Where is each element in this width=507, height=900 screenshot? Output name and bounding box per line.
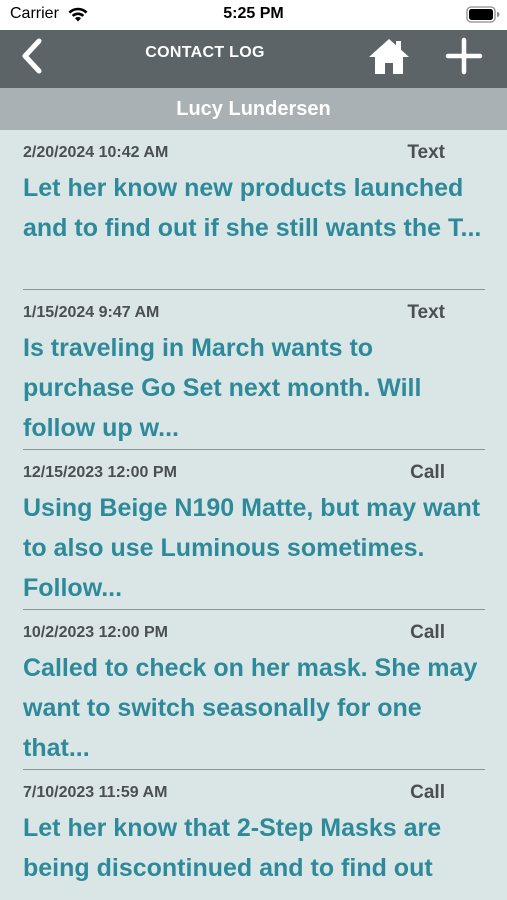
battery-icon — [466, 6, 500, 23]
log-entry-note: Is traveling in March wants to purchase … — [23, 334, 422, 442]
status-bar: Carrier 5:25 PM — [0, 0, 507, 30]
log-entry-type: Call — [410, 622, 445, 643]
log-entry-type: Call — [410, 782, 445, 803]
log-entry-date: 1/15/2024 9:47 AM — [23, 304, 160, 321]
status-time: 5:25 PM — [223, 5, 284, 22]
add-log-button[interactable] — [442, 34, 486, 78]
log-entry-note: Let her know new products launched and t… — [23, 174, 482, 242]
log-entry[interactable]: 2/20/2024 10:42 AM Text Let her know new… — [0, 130, 507, 290]
log-entry-note: Called to check on her mask. She may wan… — [23, 654, 478, 762]
log-entry-date: 10/2/2023 12:00 PM — [23, 624, 168, 641]
log-entry[interactable]: 10/2/2023 12:00 PM Call Called to check … — [0, 610, 507, 770]
page-title: CONTACT LOG — [145, 44, 265, 61]
log-entry[interactable]: 1/15/2024 9:47 AM Text Is traveling in M… — [0, 290, 507, 450]
log-entry[interactable]: 7/10/2023 11:59 AM Call Let her know tha… — [0, 770, 507, 900]
log-entry-type: Text — [407, 142, 445, 163]
log-entry-note: Using Beige N190 Matte, but may want to … — [23, 494, 481, 602]
contact-log-screen: Carrier 5:25 PM CONTACT LOG Lucy Lunders… — [0, 0, 507, 900]
log-entry-date: 7/10/2023 11:59 AM — [23, 784, 168, 801]
home-button[interactable] — [367, 34, 411, 78]
contact-name-header: Lucy Lundersen — [0, 88, 507, 130]
home-icon — [369, 39, 409, 74]
log-entry-type: Call — [410, 462, 445, 483]
log-entry-date: 12/15/2023 12:00 PM — [23, 464, 177, 481]
nav-bar: CONTACT LOG — [0, 30, 507, 88]
log-entry-note: Let her know that 2-Step Masks are being… — [23, 814, 442, 882]
log-entry-date: 2/20/2024 10:42 AM — [23, 144, 169, 161]
plus-icon — [445, 37, 483, 75]
contact-log-list[interactable]: 2/20/2024 10:42 AM Text Let her know new… — [0, 130, 507, 900]
log-entry[interactable]: 12/15/2023 12:00 PM Call Using Beige N19… — [0, 450, 507, 610]
log-entry-type: Text — [407, 302, 445, 323]
